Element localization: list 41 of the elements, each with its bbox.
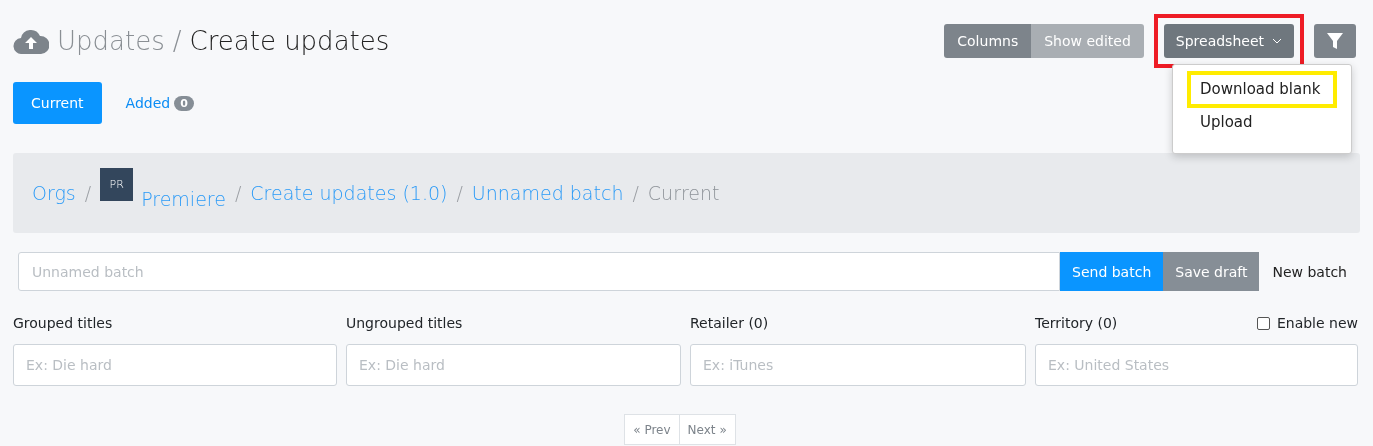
breadcrumb-link[interactable]: Orgs <box>32 182 76 204</box>
filter-label: Ungrouped titles <box>346 315 463 331</box>
org-avatar: PR <box>100 167 134 201</box>
pagination-button[interactable]: Next » <box>679 414 736 445</box>
section-title[interactable]: Updates <box>57 26 165 56</box>
checkbox-label[interactable]: Enable new <box>1276 315 1358 331</box>
filter-field[interactable]: Ex: Die hard <box>13 344 337 386</box>
filter-field[interactable]: Ex: iTunes <box>690 344 1026 386</box>
batch-button[interactable]: Save draft <box>1163 252 1260 291</box>
spreadsheet-dropdown[interactable]: Spreadsheet <box>1163 24 1294 58</box>
breadcrumb-separator: / <box>456 182 463 204</box>
breadcrumb-separator: / <box>234 182 242 204</box>
breadcrumb-separator: / <box>84 182 92 204</box>
toolbar-button[interactable]: Columns <box>944 24 1032 58</box>
tab[interactable]: Current <box>13 82 102 124</box>
pagination-button[interactable]: « Prev <box>624 414 680 445</box>
breadcrumb-current: Current <box>647 182 720 204</box>
breadcrumb-link[interactable]: Create updates (1.0) <box>250 182 448 204</box>
batch-name-field[interactable]: Unnamed batch <box>18 252 1060 291</box>
breadcrumb-separator: / <box>632 182 639 204</box>
cloud-upload-icon <box>13 28 49 54</box>
checkbox[interactable] <box>1256 316 1270 330</box>
breadcrumb-link[interactable]: Unnamed batch <box>471 182 624 204</box>
title-separator: / <box>172 26 182 56</box>
caret-icon <box>1272 38 1282 44</box>
filter-icon <box>1326 32 1344 50</box>
page-title: Create updates <box>189 26 390 56</box>
menu-item[interactable]: Upload <box>1173 106 1351 139</box>
breadcrumb-link[interactable]: Premiere <box>141 187 226 210</box>
filter-label: Retailer (0) <box>690 315 769 331</box>
filter-button[interactable] <box>1314 24 1356 58</box>
filter-label: Territory (0) <box>1035 315 1118 331</box>
batch-button[interactable]: Send batch <box>1060 252 1164 291</box>
tab[interactable]: Added 0 <box>119 82 200 124</box>
batch-button[interactable]: New batch <box>1259 252 1360 291</box>
filter-field[interactable]: Ex: United States <box>1035 344 1358 386</box>
menu-item[interactable]: Download blank <box>1189 73 1335 106</box>
filter-label: Grouped titles <box>13 315 113 331</box>
filter-field[interactable]: Ex: Die hard <box>346 344 681 386</box>
count-badge: 0 <box>174 95 194 111</box>
toolbar-button[interactable]: Show edited <box>1031 24 1144 58</box>
